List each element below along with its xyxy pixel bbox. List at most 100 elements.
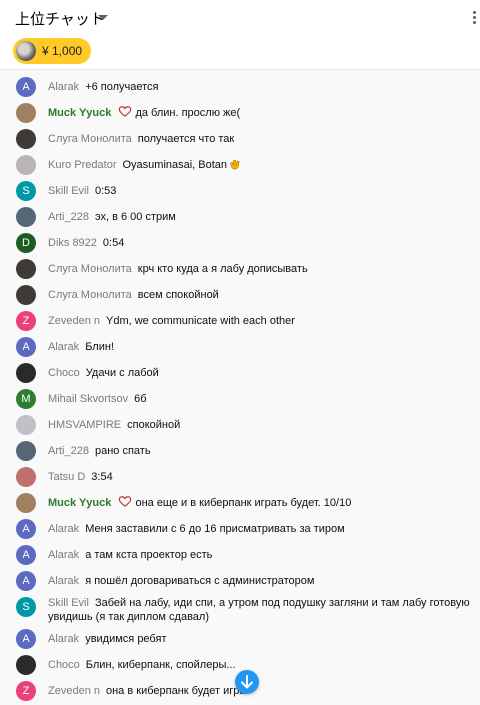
avatar[interactable]: Z: [16, 311, 36, 331]
chat-message[interactable]: Tatsu D 3:54: [0, 467, 480, 493]
message-text: крч кто куда а я лабу дописывать: [137, 263, 308, 275]
message-text: 0:54: [102, 237, 125, 249]
chat-message[interactable]: A Alarak увидимся ребят: [0, 629, 480, 655]
author-name[interactable]: Слуга Монолита: [48, 263, 132, 275]
avatar[interactable]: [16, 129, 36, 149]
message-line: Alarak увидимся ребят: [48, 632, 470, 646]
avatar[interactable]: S: [16, 597, 36, 617]
avatar[interactable]: S: [16, 181, 36, 201]
message-line: Arti_228 эх, в 6 00 стрим: [48, 210, 470, 224]
avatar[interactable]: [16, 207, 36, 227]
avatar[interactable]: Z: [16, 681, 36, 701]
chat-message[interactable]: Kuro Predator Oyasuminasai, Botan: [0, 155, 480, 181]
author-name[interactable]: Choco: [48, 659, 80, 671]
superchat-ticker: ¥ 1,000: [0, 34, 480, 68]
avatar[interactable]: [16, 493, 36, 513]
avatar[interactable]: [16, 363, 36, 383]
chat-mode-title[interactable]: 上位チャット: [15, 8, 105, 29]
chat-header: 上位チャット: [0, 0, 480, 34]
message-line: Zeveden n Ydm, we communicate with each o…: [48, 314, 470, 328]
author-name[interactable]: Zeveden n: [48, 315, 100, 327]
avatar[interactable]: A: [16, 571, 36, 591]
avatar[interactable]: A: [16, 629, 36, 649]
author-name[interactable]: Alarak: [48, 549, 79, 561]
author-name[interactable]: HMSVAMPIRE: [48, 419, 121, 431]
message-text: Забей на лабу, иди спи, а утром под поду…: [48, 597, 470, 623]
scroll-to-bottom-button[interactable]: [235, 670, 259, 694]
author-name[interactable]: Muck Yyuck: [48, 107, 111, 119]
chat-message[interactable]: Muck Yyuck она еще и в киберпанк играть …: [0, 493, 480, 519]
author-name[interactable]: Zeveden n: [48, 685, 100, 697]
arrow-down-icon: [241, 675, 253, 689]
message-text: рано спать: [94, 445, 151, 457]
author-name[interactable]: Choco: [48, 367, 80, 379]
chat-message-list[interactable]: A Alarak +6 получается Muck Yyuck да блин. …: [0, 70, 480, 705]
avatar[interactable]: A: [16, 545, 36, 565]
avatar[interactable]: [16, 259, 36, 279]
chat-message[interactable]: HMSVAMPIRE спокойной: [0, 415, 480, 441]
avatar[interactable]: A: [16, 519, 36, 539]
avatar[interactable]: [16, 285, 36, 305]
avatar[interactable]: A: [16, 77, 36, 97]
avatar[interactable]: [16, 415, 36, 435]
author-name[interactable]: Tatsu D: [48, 471, 85, 483]
author-name[interactable]: Alarak: [48, 523, 79, 535]
chat-message[interactable]: Choco Удачи с лабой: [0, 363, 480, 389]
message-text: я пошёл договариваться с администратором: [85, 575, 315, 587]
author-name[interactable]: Arti_228: [48, 445, 89, 457]
author-name[interactable]: Слуга Монолита: [48, 289, 132, 301]
avatar[interactable]: D: [16, 233, 36, 253]
author-name[interactable]: Skill Evil: [48, 597, 89, 609]
chat-message[interactable]: A Alarak Блин!: [0, 337, 480, 363]
author-name[interactable]: Alarak: [48, 81, 79, 93]
dropdown-caret-icon[interactable]: [98, 15, 108, 20]
author-name[interactable]: Alarak: [48, 633, 79, 645]
message-text: Удачи с лабой: [85, 367, 159, 379]
author-name[interactable]: Skill Evil: [48, 185, 89, 197]
chat-message[interactable]: Arti_228 рано спать: [0, 441, 480, 467]
avatar[interactable]: [16, 655, 36, 675]
avatar[interactable]: [16, 441, 36, 461]
chat-message[interactable]: S Skill Evil Забей на лабу, иди спи, а утр…: [0, 597, 480, 629]
chat-message[interactable]: D Diks 8922 0:54: [0, 233, 480, 259]
superchat-ticker-item[interactable]: ¥ 1,000: [13, 38, 91, 64]
chat-message[interactable]: Arti_228 эх, в 6 00 стрим: [0, 207, 480, 233]
avatar[interactable]: [16, 467, 36, 487]
chat-message[interactable]: M Mihail Skvortsov 6б: [0, 389, 480, 415]
message-text: получается что так: [137, 133, 235, 145]
chat-message[interactable]: A Alarak +6 получается: [0, 77, 480, 103]
message-text: 3:54: [91, 471, 113, 483]
chat-message[interactable]: A Alarak а там кста проектор есть: [0, 545, 480, 571]
message-line: Arti_228 рано спать: [48, 444, 470, 458]
chat-message[interactable]: Слуга Монолита всем спокойной: [0, 285, 480, 311]
author-name[interactable]: Diks 8922: [48, 237, 97, 249]
author-name[interactable]: Alarak: [48, 575, 79, 587]
chat-message[interactable]: S Skill Evil 0:53: [0, 181, 480, 207]
message-line: Skill Evil Забей на лабу, иди спи, а утро…: [48, 596, 470, 624]
chat-message[interactable]: Z Zeveden n Ydm, we communicate with each …: [0, 311, 480, 337]
avatar[interactable]: A: [16, 337, 36, 357]
avatar[interactable]: M: [16, 389, 36, 409]
member-heart-icon: [119, 106, 132, 117]
author-name[interactable]: Alarak: [48, 341, 79, 353]
author-name[interactable]: Слуга Монолита: [48, 133, 132, 145]
chat-message[interactable]: A Alarak Меня заставили с 6 до 16 присматр…: [0, 519, 480, 545]
message-line: Слуга Монолита всем спокойной: [48, 288, 470, 302]
message-line: Tatsu D 3:54: [48, 470, 470, 484]
message-text: Oyasuminasai, Botan: [122, 159, 228, 171]
chat-message[interactable]: Muck Yyuck да блин. прослю же(: [0, 103, 480, 129]
author-name[interactable]: Mihail Skvortsov: [48, 393, 128, 405]
message-text: 0:53: [94, 185, 117, 197]
more-options-icon[interactable]: [466, 9, 480, 29]
avatar[interactable]: [16, 155, 36, 175]
chat-message[interactable]: Слуга Монолита крч кто куда а я лабу допи…: [0, 259, 480, 285]
author-name[interactable]: Muck Yyuck: [48, 497, 111, 509]
message-line: Zeveden n она в киберпанк будет игра: [48, 684, 470, 698]
chat-message[interactable]: Слуга Монолита получается что так: [0, 129, 480, 155]
avatar[interactable]: [16, 103, 36, 123]
author-name[interactable]: Arti_228: [48, 211, 89, 223]
message-text: всем спокойной: [137, 289, 219, 301]
chat-message[interactable]: A Alarak я пошёл договариваться с админист…: [0, 571, 480, 597]
author-name[interactable]: Kuro Predator: [48, 159, 116, 171]
message-line: Diks 8922 0:54: [48, 236, 470, 250]
